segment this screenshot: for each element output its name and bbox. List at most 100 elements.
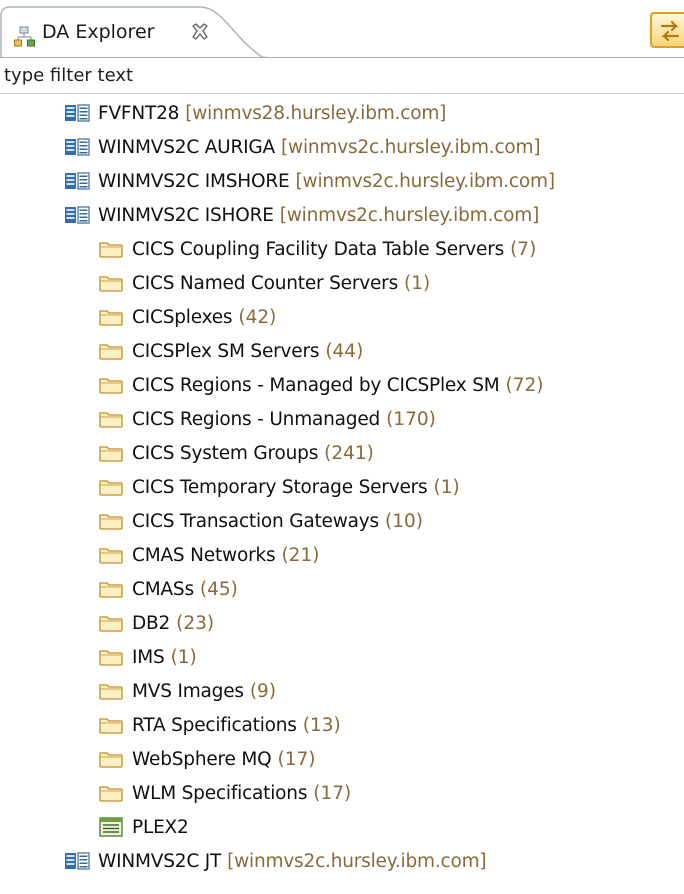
folder-label: CICS Transaction Gateways xyxy=(132,510,379,532)
tree-item-folder[interactable]: CICS System Groups (241) xyxy=(98,436,374,470)
system-host: [winmvs28.hursley.ibm.com] xyxy=(185,102,447,124)
hierarchy-icon xyxy=(14,26,35,47)
link-with-editor-icon xyxy=(660,20,680,42)
system-host: [winmvs2c.hursley.ibm.com] xyxy=(281,136,541,158)
close-icon[interactable] xyxy=(188,20,212,44)
folder-icon xyxy=(98,408,124,430)
folder-count: (17) xyxy=(313,782,352,804)
folder-label: CICS Temporary Storage Servers xyxy=(132,476,428,498)
folder-icon xyxy=(98,748,124,770)
plex-icon xyxy=(98,816,124,838)
system-icon xyxy=(64,850,90,872)
tree-item-system[interactable]: WINMVS2C AURIGA [winmvs2c.hursley.ibm.co… xyxy=(64,130,541,164)
system-name: WINMVS2C ISHORE xyxy=(98,204,274,226)
filter-input[interactable] xyxy=(0,58,684,93)
tree-item-folder[interactable]: CICS Temporary Storage Servers (1) xyxy=(98,470,460,504)
folder-icon xyxy=(98,340,124,362)
tree-item-folder[interactable]: DB2 (23) xyxy=(98,606,214,640)
folder-count: (17) xyxy=(277,748,316,770)
folder-count: (170) xyxy=(386,408,436,430)
tree-item-folder[interactable]: IMS (1) xyxy=(98,640,197,674)
folder-icon xyxy=(98,442,124,464)
system-icon xyxy=(64,136,90,158)
tree-item-folder[interactable]: CICSPlex SM Servers (44) xyxy=(98,334,363,368)
folder-count: (9) xyxy=(249,680,277,702)
folder-label: DB2 xyxy=(132,612,171,634)
folder-label: CMASs xyxy=(132,578,194,600)
system-name: WINMVS2C IMSHORE xyxy=(98,170,290,192)
folder-count: (44) xyxy=(325,340,364,362)
tree-item-plex[interactable]: PLEX2 xyxy=(98,810,189,844)
system-icon xyxy=(64,204,90,226)
folder-label: CICS Regions - Unmanaged xyxy=(132,408,381,430)
view-tab-bar: DA Explorer xyxy=(0,0,684,58)
tree-item-folder[interactable]: CMAS Networks (21) xyxy=(98,538,319,572)
folder-label: CMAS Networks xyxy=(132,544,276,566)
folder-count: (21) xyxy=(281,544,320,566)
folder-icon xyxy=(98,646,124,668)
folder-count: (45) xyxy=(199,578,238,600)
folder-count: (1) xyxy=(433,476,460,498)
folder-label: IMS xyxy=(132,646,165,668)
folder-count: (10) xyxy=(385,510,423,532)
folder-icon xyxy=(98,578,124,600)
folder-label: CICS Regions - Managed by CICSPlex SM xyxy=(132,374,500,396)
folder-icon xyxy=(98,782,124,804)
system-icon xyxy=(64,170,90,192)
folder-count: (241) xyxy=(324,442,374,464)
tree-item-system[interactable]: WINMVS2C ISHORE [winmvs2c.hursley.ibm.co… xyxy=(64,198,539,232)
folder-label: CICS Coupling Facility Data Table Server… xyxy=(132,238,505,260)
tree-item-system[interactable]: WINMVS2C IMSHORE [winmvs2c.hursley.ibm.c… xyxy=(64,164,555,198)
plex-label: PLEX2 xyxy=(132,816,189,838)
folder-label: WLM Specifications xyxy=(132,782,308,804)
system-host: [winmvs2c.hursley.ibm.com] xyxy=(279,204,540,226)
folder-label: CICSplexes xyxy=(132,306,233,328)
folder-icon xyxy=(98,680,124,702)
system-host: [winmvs2c.hursley.ibm.com] xyxy=(227,850,487,872)
folder-count: (72) xyxy=(505,374,544,396)
tree-item-folder[interactable]: CICS Coupling Facility Data Table Server… xyxy=(98,232,536,266)
tree-item-folder[interactable]: WLM Specifications (17) xyxy=(98,776,351,810)
folder-label: MVS Images xyxy=(132,680,244,702)
folder-icon xyxy=(98,510,124,532)
folder-label: CICS System Groups xyxy=(132,442,319,464)
folder-icon xyxy=(98,476,124,498)
folder-count: (1) xyxy=(404,272,431,294)
folder-count: (7) xyxy=(510,238,537,260)
folder-icon xyxy=(98,714,124,736)
tree-item-folder[interactable]: CICSplexes (42) xyxy=(98,300,276,334)
folder-icon xyxy=(98,544,124,566)
folder-label: CICSPlex SM Servers xyxy=(132,340,320,362)
system-name: WINMVS2C JT xyxy=(98,850,222,872)
folder-icon xyxy=(98,374,124,396)
folder-label: WebSphere MQ xyxy=(132,748,272,770)
filter-bar xyxy=(0,58,684,94)
link-with-editor-button[interactable] xyxy=(650,12,684,48)
tab-da-explorer[interactable]: DA Explorer xyxy=(0,6,270,58)
system-name: FVFNT28 xyxy=(98,102,180,124)
folder-icon xyxy=(98,612,124,634)
tree-item-folder[interactable]: CICS Named Counter Servers (1) xyxy=(98,266,430,300)
folder-count: (13) xyxy=(302,714,341,736)
tab-title: DA Explorer xyxy=(42,21,155,43)
folder-icon xyxy=(98,306,124,328)
folder-icon xyxy=(98,238,124,260)
explorer-tree: FVFNT28 [winmvs28.hursley.ibm.com] WINMV… xyxy=(0,96,684,894)
system-icon xyxy=(64,102,90,124)
folder-label: RTA Specifications xyxy=(132,714,297,736)
tree-item-system[interactable]: FVFNT28 [winmvs28.hursley.ibm.com] xyxy=(64,96,446,130)
tree-item-folder[interactable]: RTA Specifications (13) xyxy=(98,708,341,742)
tree-item-folder[interactable]: CMASs (45) xyxy=(98,572,238,606)
system-host: [winmvs2c.hursley.ibm.com] xyxy=(295,170,556,192)
tree-item-folder[interactable]: CICS Regions - Unmanaged (170) xyxy=(98,402,436,436)
folder-count: (42) xyxy=(238,306,277,328)
tree-item-folder[interactable]: CICS Transaction Gateways (10) xyxy=(98,504,423,538)
folder-count: (23) xyxy=(176,612,215,634)
folder-count: (1) xyxy=(170,646,197,668)
tree-item-folder[interactable]: WebSphere MQ (17) xyxy=(98,742,316,776)
system-name: WINMVS2C AURIGA xyxy=(98,136,276,158)
folder-label: CICS Named Counter Servers xyxy=(132,272,399,294)
tree-item-system[interactable]: WINMVS2C JT [winmvs2c.hursley.ibm.com] xyxy=(64,844,487,878)
tree-item-folder[interactable]: MVS Images (9) xyxy=(98,674,276,708)
tree-item-folder[interactable]: CICS Regions - Managed by CICSPlex SM (7… xyxy=(98,368,544,402)
